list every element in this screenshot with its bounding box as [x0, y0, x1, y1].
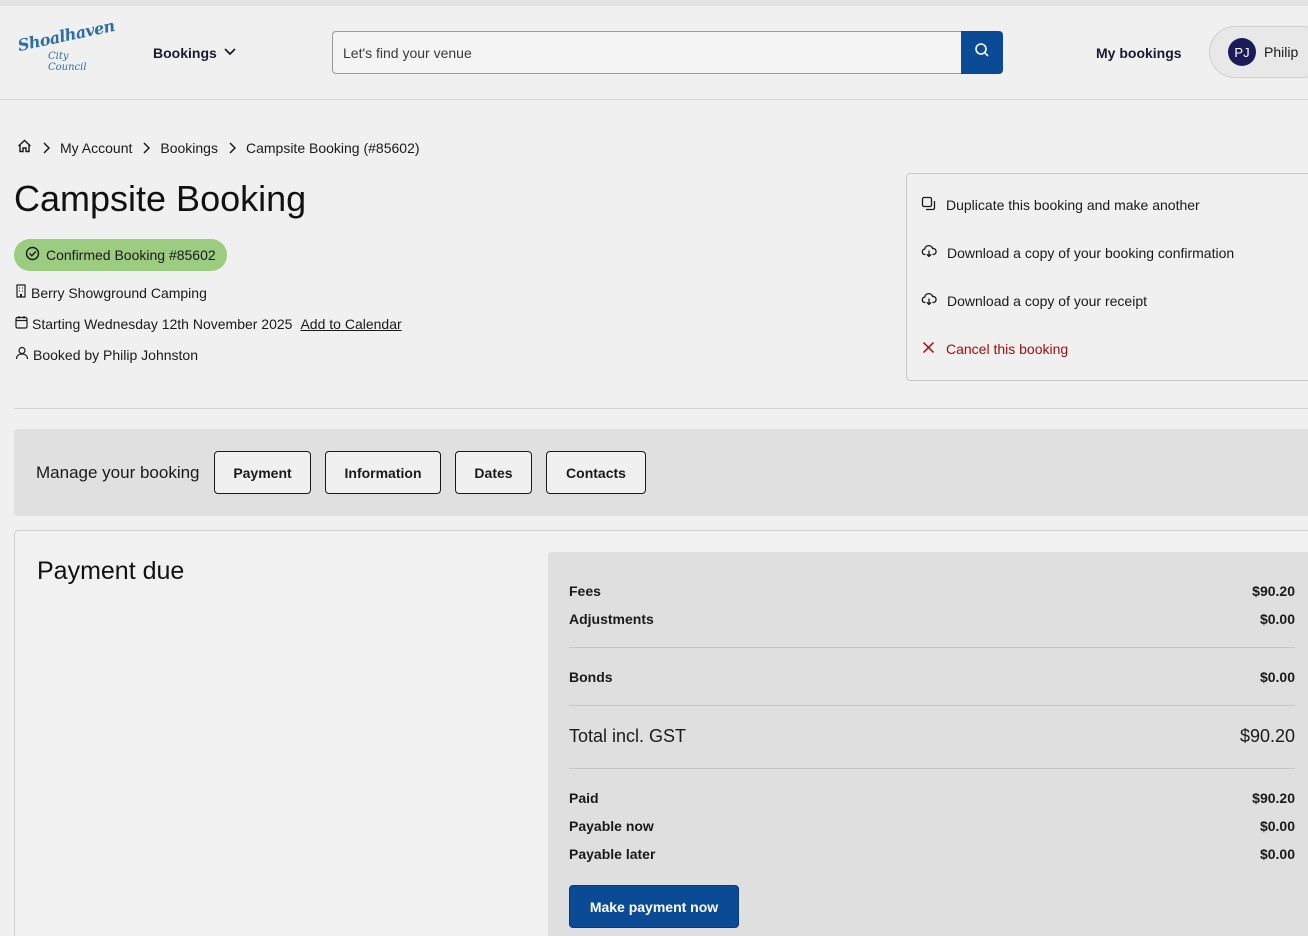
add-to-calendar-link[interactable]: Add to Calendar — [300, 316, 401, 332]
logo-wordmark: Shoalhaven — [16, 15, 117, 55]
payable-later-row: Payable later $0.00 — [569, 846, 1295, 862]
payment-panel: Payment due Fees $90.20 Adjustments $0.0… — [14, 530, 1308, 936]
page-title: Campsite Booking — [14, 178, 307, 219]
paid-value: $90.20 — [1252, 790, 1295, 806]
breadcrumb-bookings[interactable]: Bookings — [160, 140, 218, 156]
bookings-menu-label: Bookings — [153, 44, 217, 61]
venue-line: Berry Showground Camping — [15, 284, 207, 301]
total-label: Total incl. GST — [569, 726, 687, 746]
paid-label: Paid — [569, 790, 599, 806]
search-button[interactable] — [961, 31, 1003, 74]
bonds-label: Bonds — [569, 669, 613, 685]
status-badge-label: Confirmed Booking #85602 — [46, 247, 216, 263]
adjustments-label: Adjustments — [569, 611, 654, 627]
booking-actions-panel: Duplicate this booking and make another … — [906, 173, 1308, 381]
council-logo[interactable]: Shoalhaven City Council — [16, 16, 116, 73]
site-header: Shoalhaven City Council Bookings My book… — [0, 6, 1308, 100]
manage-booking-bar: Manage your booking Payment Information … — [14, 429, 1308, 516]
calendar-icon — [15, 315, 28, 332]
user-icon — [15, 346, 29, 363]
summary-divider — [569, 647, 1295, 648]
payable-now-label: Payable now — [569, 818, 654, 834]
check-circle-icon — [25, 246, 40, 264]
bonds-row: Bonds $0.00 — [569, 669, 1295, 685]
payment-summary: Fees $90.20 Adjustments $0.00 Bonds $0.0… — [548, 552, 1308, 936]
fees-value: $90.20 — [1252, 583, 1295, 599]
payment-heading: Payment due — [37, 557, 185, 585]
fees-label: Fees — [569, 583, 601, 599]
bonds-value: $0.00 — [1259, 669, 1295, 685]
logo-subtitle: City Council — [48, 51, 87, 73]
manage-booking-label: Manage your booking — [36, 463, 200, 482]
chevron-right-icon — [228, 141, 236, 154]
search-input[interactable] — [332, 31, 961, 74]
my-bookings-link[interactable]: My bookings — [1096, 45, 1182, 61]
section-divider — [14, 408, 1308, 409]
payable-later-value: $0.00 — [1259, 846, 1295, 862]
start-date: Starting Wednesday 12th November 2025 — [32, 315, 293, 332]
chevron-right-icon — [42, 141, 50, 154]
cloud-download-icon — [921, 244, 937, 261]
venue-name: Berry Showground Camping — [31, 284, 207, 301]
cloud-download-icon — [921, 292, 937, 309]
information-button[interactable]: Information — [325, 451, 441, 494]
search-icon — [974, 42, 990, 63]
payment-button[interactable]: Payment — [214, 451, 311, 494]
cancel-booking-label: Cancel this booking — [946, 341, 1069, 357]
bookings-menu[interactable]: Bookings — [153, 44, 237, 61]
breadcrumb: My Account Bookings Campsite Booking (#8… — [17, 139, 420, 156]
total-row: Total incl. GST $90.20 — [569, 726, 1295, 747]
dates-button[interactable]: Dates — [455, 451, 532, 494]
payable-now-value: $0.00 — [1259, 818, 1295, 834]
summary-divider — [569, 768, 1295, 769]
make-payment-button[interactable]: Make payment now — [569, 885, 739, 928]
user-menu[interactable]: PJ Philip — [1209, 26, 1308, 78]
summary-divider — [569, 705, 1295, 706]
cancel-booking-action[interactable]: Cancel this booking — [921, 340, 1068, 358]
total-value: $90.20 — [1239, 726, 1295, 746]
fees-row: Fees $90.20 — [569, 583, 1295, 599]
chevron-down-icon — [223, 44, 237, 61]
avatar: PJ — [1228, 38, 1256, 66]
booked-by-line: Booked by Philip Johnston — [15, 346, 198, 363]
adjustments-value: $0.00 — [1259, 611, 1295, 627]
download-confirmation-action[interactable]: Download a copy of your booking confirma… — [921, 244, 1234, 261]
home-icon[interactable] — [17, 139, 32, 156]
duplicate-booking-action[interactable]: Duplicate this booking and make another — [921, 196, 1200, 214]
download-confirmation-label: Download a copy of your booking confirma… — [947, 244, 1235, 261]
chevron-right-icon — [142, 141, 151, 154]
breadcrumb-current: Campsite Booking (#85602) — [245, 139, 420, 156]
payable-now-row: Payable now $0.00 — [569, 818, 1295, 834]
breadcrumb-my-account[interactable]: My Account — [60, 140, 132, 156]
paid-row: Paid $90.20 — [569, 790, 1295, 806]
duplicate-booking-label: Duplicate this booking and make another — [946, 197, 1200, 213]
building-icon — [15, 284, 27, 301]
copy-icon — [921, 196, 936, 214]
contacts-button[interactable]: Contacts — [546, 451, 646, 494]
date-line: Starting Wednesday 12th November 2025 Ad… — [15, 315, 402, 332]
download-receipt-label: Download a copy of your receipt — [947, 292, 1147, 309]
close-icon — [921, 340, 936, 358]
booked-by: Booked by Philip Johnston — [33, 346, 198, 363]
venue-search — [332, 31, 1003, 74]
user-name: Philip — [1264, 44, 1299, 60]
payable-later-label: Payable later — [569, 846, 656, 862]
adjustments-row: Adjustments $0.00 — [569, 611, 1295, 627]
status-badge: Confirmed Booking #85602 — [14, 239, 227, 271]
download-receipt-action[interactable]: Download a copy of your receipt — [921, 292, 1147, 309]
